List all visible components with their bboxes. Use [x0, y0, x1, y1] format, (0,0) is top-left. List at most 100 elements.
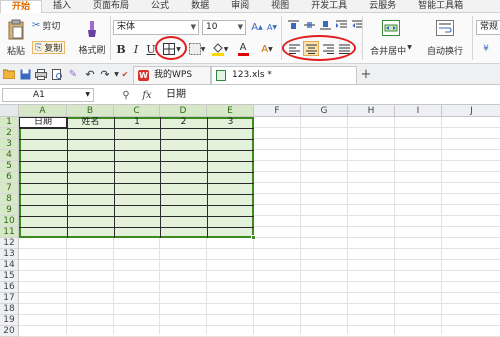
align-middle-button[interactable]	[303, 19, 316, 31]
row-header-7[interactable]: 7	[0, 183, 19, 194]
row-header-4[interactable]: 4	[0, 150, 19, 161]
quick-access-more-button[interactable]: ▼	[113, 68, 120, 80]
zoom-formula-button[interactable]: ⚲	[120, 89, 132, 101]
menu-tab-5[interactable]: 审阅	[220, 0, 260, 13]
row-gridline	[19, 281, 500, 282]
ribbon-separator	[281, 16, 282, 60]
table-header-cell[interactable]: 日期	[19, 117, 67, 128]
table-header-cell[interactable]: 姓名	[67, 117, 114, 128]
undo-button[interactable]: ↶	[84, 68, 96, 81]
column-header-g[interactable]: G	[301, 105, 348, 117]
spreadsheet-grid[interactable]: A B C D E F G H I J 1 2 3 4 5 6 7 8 9 10 11 12 13 14 15 16 17 18 19 2…	[0, 105, 500, 337]
selection-range[interactable]	[19, 117, 254, 238]
column-header-h[interactable]: H	[348, 105, 395, 117]
column-header-d[interactable]: D	[160, 105, 207, 117]
column-header-j[interactable]: J	[442, 105, 500, 117]
wrap-text-button[interactable]: 自动换行	[422, 16, 468, 60]
bold-button[interactable]: B	[115, 42, 127, 56]
redo-button[interactable]: ↷	[99, 68, 111, 81]
clear-format-button[interactable]: A ▼	[257, 41, 277, 57]
copy-button[interactable]: ⎘ 复制	[32, 41, 66, 54]
tab-123-xls[interactable]: 123.xls *	[211, 66, 357, 84]
clipboard-icon	[8, 19, 24, 40]
row-header-15[interactable]: 15	[0, 271, 19, 282]
merge-center-button[interactable]: 合并居中 ▼	[368, 16, 414, 60]
menu-tab-1[interactable]: 插入	[42, 0, 82, 13]
row-header-13[interactable]: 13	[0, 249, 19, 260]
menu-tab-3[interactable]: 公式	[140, 0, 180, 13]
preview-button[interactable]	[51, 68, 63, 80]
column-header-a[interactable]: A	[19, 105, 67, 117]
fill-color-button[interactable]: ▼	[210, 41, 230, 57]
table-header-cell[interactable]: 2	[160, 117, 207, 128]
row-header-12[interactable]: 12	[0, 238, 19, 249]
decrease-font-button[interactable]: A ▼	[266, 20, 278, 34]
fill-handle[interactable]	[251, 235, 256, 240]
save-button[interactable]	[19, 68, 31, 80]
arrow-down-icon: ▼	[272, 23, 278, 31]
column-header-f[interactable]: F	[254, 105, 301, 117]
tab-my-wps[interactable]: W 我的WPS	[133, 66, 211, 84]
align-bottom-button[interactable]	[319, 19, 332, 31]
row-header-1[interactable]: 1	[0, 117, 19, 128]
name-box[interactable]: A1 ▼	[2, 88, 94, 102]
row-header-14[interactable]: 14	[0, 260, 19, 271]
menu-tab-7[interactable]: 开发工具	[300, 0, 358, 13]
yen-icon: ¥	[483, 44, 489, 54]
format-painter-button[interactable]: 格式刷	[76, 15, 108, 61]
menu-tab-9[interactable]: 智能工具箱	[407, 0, 474, 13]
row-header-3[interactable]: 3	[0, 139, 19, 150]
cell-style-button[interactable]: ▼	[187, 41, 207, 57]
align-top-button[interactable]	[287, 19, 300, 31]
row-header-2[interactable]: 2	[0, 128, 19, 139]
italic-button[interactable]: I	[130, 42, 142, 56]
column-gridline	[394, 117, 395, 334]
new-tab-button[interactable]: +	[359, 67, 373, 82]
number-format-value: 常规	[480, 22, 499, 32]
paste-button[interactable]: 粘贴	[3, 15, 29, 61]
row-gridline	[19, 303, 500, 304]
row-header-17[interactable]: 17	[0, 293, 19, 304]
row-header-5[interactable]: 5	[0, 161, 19, 172]
indent-button[interactable]	[335, 19, 348, 31]
print-button[interactable]	[35, 68, 47, 80]
formula-input[interactable]: 日期	[160, 87, 498, 103]
ribbon-toolbar: 粘贴 ✂ 剪切 ⎘ 复制 格式刷 宋体 ▼ 10 ▼ A ▲ A ▼ B I U ▼ ▼…	[0, 13, 500, 64]
column-header-c[interactable]: C	[114, 105, 160, 117]
font-size-select[interactable]: 10 ▼	[202, 20, 246, 35]
table-column-border	[114, 117, 115, 238]
column-header-b[interactable]: B	[67, 105, 114, 117]
chevron-down-icon: ▼	[114, 70, 119, 78]
cut-button[interactable]: ✂ 剪切	[32, 19, 60, 32]
chevron-down-icon: ▼	[190, 23, 196, 31]
row-header-11[interactable]: 11	[0, 227, 19, 238]
quick-access-pin-button[interactable]: ✔	[120, 68, 130, 80]
row-header-6[interactable]: 6	[0, 172, 19, 183]
open-folder-button[interactable]	[3, 68, 15, 80]
font-name-select[interactable]: 宋体 ▼	[113, 20, 199, 35]
row-header-10[interactable]: 10	[0, 216, 19, 227]
row-header-19[interactable]: 19	[0, 315, 19, 326]
select-all-corner[interactable]	[0, 105, 19, 117]
menu-tab-8[interactable]: 云服务	[358, 0, 407, 13]
menu-tab-0[interactable]: 开始	[0, 0, 43, 13]
number-format-select[interactable]: 常规	[476, 20, 500, 35]
format-brush-quick-button[interactable]: ✎	[67, 68, 79, 80]
row-header-9[interactable]: 9	[0, 205, 19, 216]
font-color-button[interactable]: A	[233, 41, 253, 57]
row-header-18[interactable]: 18	[0, 304, 19, 315]
currency-button[interactable]: ¥	[478, 42, 494, 56]
insert-function-button[interactable]: fx	[139, 88, 155, 102]
row-header-20[interactable]: 20	[0, 326, 19, 337]
column-header-i[interactable]: I	[395, 105, 442, 117]
table-header-cell[interactable]: 3	[207, 117, 254, 128]
menu-tab-6[interactable]: 视图	[260, 0, 300, 13]
increase-font-button[interactable]: A ▲	[251, 20, 263, 34]
row-header-8[interactable]: 8	[0, 194, 19, 205]
row-header-16[interactable]: 16	[0, 282, 19, 293]
menu-tab-4[interactable]: 数据	[180, 0, 220, 13]
column-header-e[interactable]: E	[207, 105, 254, 117]
menu-tab-2[interactable]: 页面布局	[82, 0, 140, 13]
chevron-down-icon: ▼	[85, 91, 90, 98]
table-header-cell[interactable]: 1	[114, 117, 160, 128]
